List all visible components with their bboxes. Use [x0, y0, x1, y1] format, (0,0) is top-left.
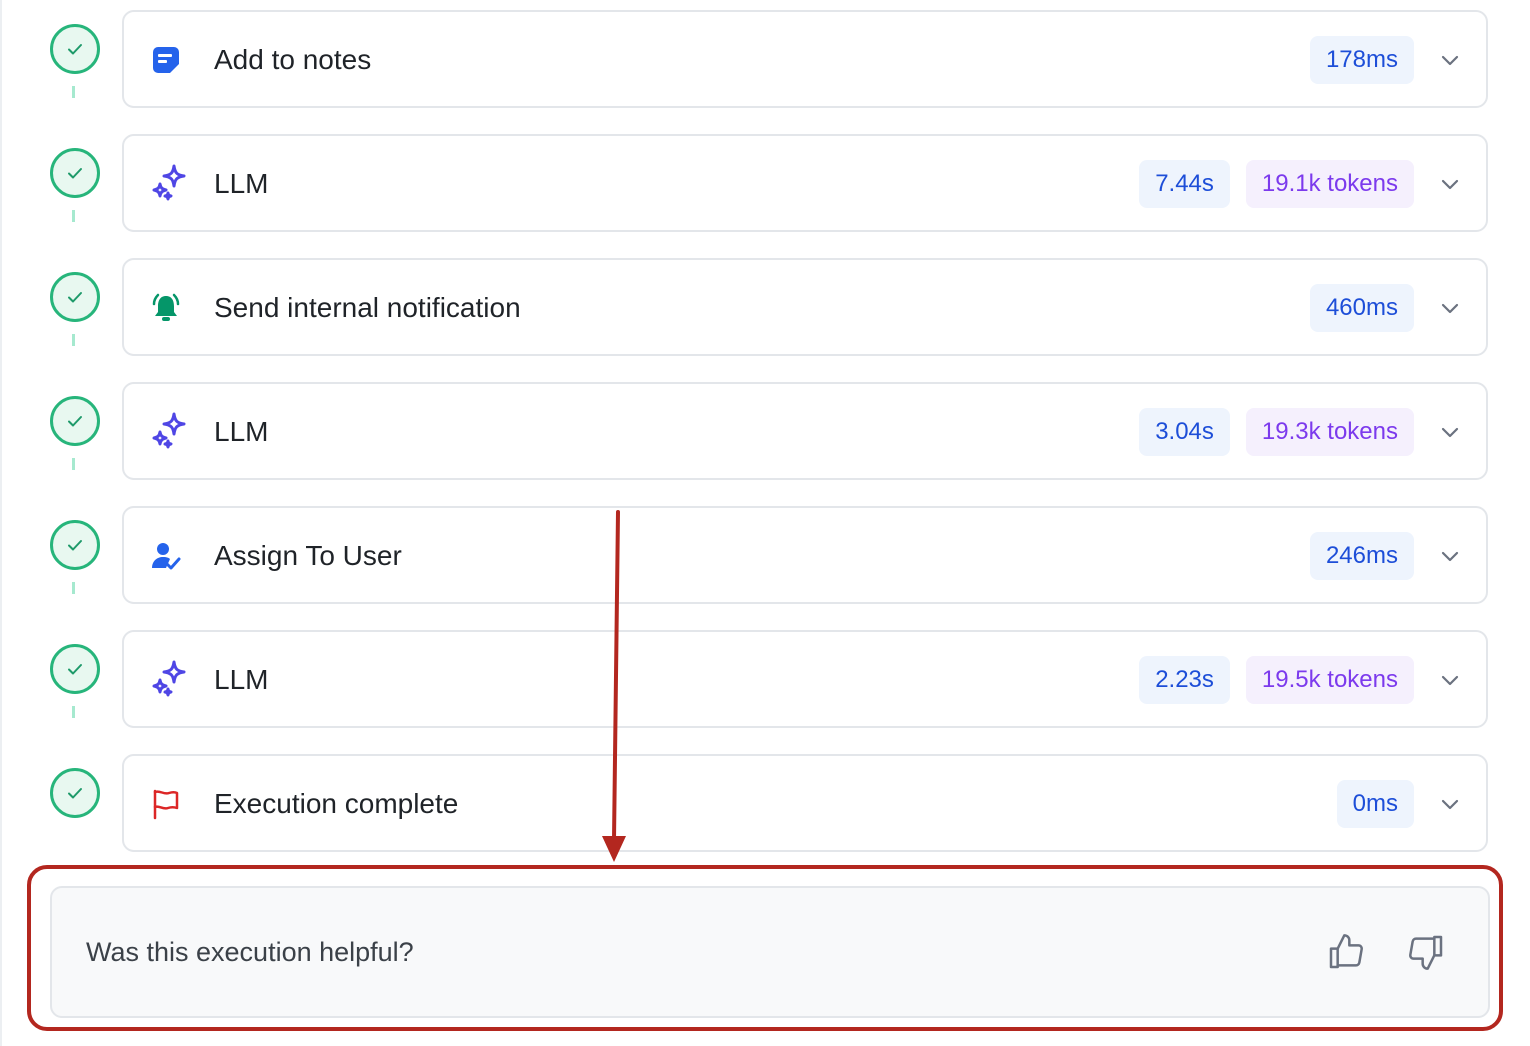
success-check-icon: [50, 520, 100, 570]
chevron-down-icon[interactable]: [1438, 792, 1462, 816]
step-row: Execution complete 0ms: [0, 744, 1530, 852]
duration-badge: 460ms: [1309, 284, 1414, 332]
step-row: LLM 7.44s 19.1k tokens: [0, 124, 1530, 232]
duration-badge: 0ms: [1336, 780, 1414, 828]
step-card[interactable]: Execution complete 0ms: [122, 754, 1488, 852]
step-title: Send internal notification: [214, 292, 521, 323]
step-badges: 178ms: [1309, 36, 1414, 84]
success-check-icon: [50, 768, 100, 818]
duration-badge: 7.44s: [1139, 160, 1230, 208]
chevron-down-icon[interactable]: [1438, 172, 1462, 196]
step-title: Execution complete: [214, 788, 459, 819]
flag-icon: [150, 788, 182, 820]
step-card[interactable]: LLM 2.23s 19.5k tokens: [122, 630, 1488, 728]
step-card[interactable]: LLM 7.44s 19.1k tokens: [122, 134, 1488, 232]
chevron-down-icon[interactable]: [1438, 48, 1462, 72]
feedback-panel: Was this execution helpful?: [50, 886, 1490, 1018]
step-badges: 7.44s 19.1k tokens: [1139, 160, 1414, 208]
step-row: Assign To User 246ms: [0, 496, 1530, 604]
thumbs-up-icon[interactable]: [1326, 932, 1366, 972]
sparkles-icon: [150, 412, 186, 449]
success-check-icon: [50, 272, 100, 322]
step-badges: 2.23s 19.5k tokens: [1139, 656, 1414, 704]
timeline-connector: [72, 86, 75, 98]
step-badges: 3.04s 19.3k tokens: [1139, 408, 1414, 456]
chevron-down-icon[interactable]: [1438, 668, 1462, 692]
tokens-badge: 19.3k tokens: [1245, 408, 1414, 456]
success-check-icon: [50, 644, 100, 694]
step-row: Send internal notification 460ms: [0, 248, 1530, 356]
tokens-badge: 19.1k tokens: [1245, 160, 1414, 208]
step-title: LLM: [214, 664, 269, 695]
step-card[interactable]: Send internal notification 460ms: [122, 258, 1488, 356]
sparkles-icon: [150, 164, 186, 201]
tokens-badge: 19.5k tokens: [1245, 656, 1414, 704]
success-check-icon: [50, 396, 100, 446]
step-badges: 246ms: [1309, 532, 1414, 580]
timeline-connector: [72, 706, 75, 718]
duration-badge: 3.04s: [1139, 408, 1230, 456]
chevron-down-icon[interactable]: [1438, 420, 1462, 444]
step-row: LLM 3.04s 19.3k tokens: [0, 372, 1530, 480]
timeline-connector: [72, 334, 75, 346]
duration-badge: 178ms: [1309, 36, 1414, 84]
bell-icon: [150, 292, 182, 324]
success-check-icon: [50, 148, 100, 198]
timeline-connector: [72, 210, 75, 222]
chevron-down-icon[interactable]: [1438, 544, 1462, 568]
notes-icon: [150, 44, 182, 76]
success-check-icon: [50, 24, 100, 74]
duration-badge: 2.23s: [1139, 656, 1230, 704]
assign-user-icon: [150, 540, 182, 572]
thumbs-down-icon[interactable]: [1406, 932, 1446, 972]
sparkles-icon: [150, 660, 186, 697]
timeline-connector: [72, 458, 75, 470]
timeline-connector: [72, 582, 75, 594]
step-card[interactable]: LLM 3.04s 19.3k tokens: [122, 382, 1488, 480]
step-row: LLM 2.23s 19.5k tokens: [0, 620, 1530, 728]
step-title: LLM: [214, 168, 269, 199]
step-title: LLM: [214, 416, 269, 447]
step-title: Add to notes: [214, 44, 372, 75]
step-badges: 460ms: [1309, 284, 1414, 332]
duration-badge: 246ms: [1309, 532, 1414, 580]
step-card[interactable]: Assign To User 246ms: [122, 506, 1488, 604]
chevron-down-icon[interactable]: [1438, 296, 1462, 320]
feedback-question: Was this execution helpful?: [86, 937, 414, 967]
step-title: Assign To User: [214, 540, 402, 571]
step-card[interactable]: Add to notes 178ms: [122, 10, 1488, 108]
execution-log-page: Add to notes 178ms LLM 7.44s 19.1k tokens Sen…: [0, 0, 1530, 1046]
step-badges: 0ms: [1336, 780, 1414, 828]
step-row: Add to notes 178ms: [0, 0, 1530, 108]
